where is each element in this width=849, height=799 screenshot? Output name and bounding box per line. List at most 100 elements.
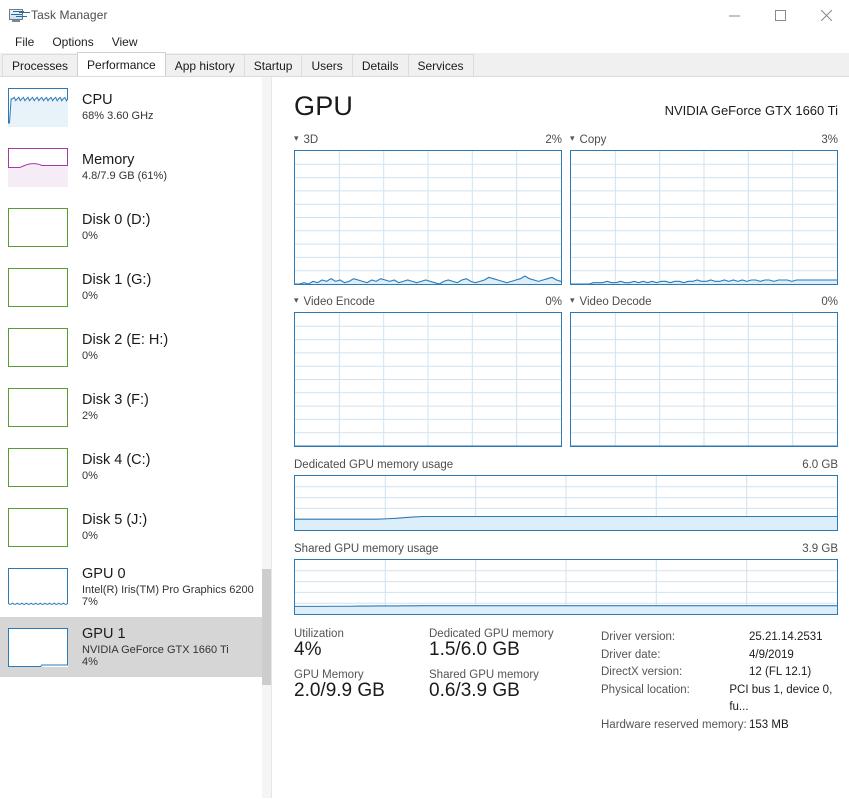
info-value: 12 (FL 12.1) xyxy=(749,664,811,682)
info-key: Driver date: xyxy=(601,647,749,665)
stat-group-left: Utilization 4% GPU Memory 2.0/9.9 GB xyxy=(294,628,429,734)
engine-label: Video Decode xyxy=(580,296,652,308)
sidebar-item-disk-0-d[interactable]: Disk 0 (D:) 0% xyxy=(0,197,271,257)
sidebar-item-title: Disk 0 (D:) xyxy=(82,212,150,228)
sidebar-item-disk-4-c[interactable]: Disk 4 (C:) 0% xyxy=(0,437,271,497)
engine-graph-copy: ▾ Copy 3% xyxy=(570,132,838,285)
sidebar-item-subtitle: 68% 3.60 GHz xyxy=(82,110,154,122)
sidebar-item-disk-1-g[interactable]: Disk 1 (G:) 0% xyxy=(0,257,271,317)
sidebar-sparkline xyxy=(8,568,68,607)
tab-processes[interactable]: Processes xyxy=(2,54,78,76)
tab-strip: Processes Performance App history Startu… xyxy=(0,53,849,77)
sidebar-item-usage: 4% xyxy=(82,656,229,668)
info-row: Driver version: 25.21.14.2531 xyxy=(601,629,838,647)
sidebar-scrollbar[interactable] xyxy=(262,77,271,798)
window-controls xyxy=(711,0,849,31)
sidebar-scrollbar-thumb[interactable] xyxy=(262,569,271,685)
info-row: Physical location: PCI bus 1, device 0, … xyxy=(601,682,838,717)
sidebar-sparkline xyxy=(8,208,68,247)
sidebar-item-text: Disk 4 (C:) 0% xyxy=(82,452,150,483)
chevron-down-icon[interactable]: ▾ xyxy=(570,134,575,143)
sidebar-item-text: Disk 0 (D:) 0% xyxy=(82,212,150,243)
task-manager-icon xyxy=(8,7,24,23)
chevron-down-icon[interactable]: ▾ xyxy=(294,296,299,305)
sidebar-item-text: GPU 0 Intel(R) Iris(TM) Pro Graphics 6200… xyxy=(82,566,254,609)
engine-graph-row-1: ▾ 3D 2% ▾ Copy 3% xyxy=(294,132,838,285)
stat-value: 0.6/3.9 GB xyxy=(429,680,601,702)
sidebar-item-text: Disk 3 (F:)2% xyxy=(82,392,149,423)
menu-item-options[interactable]: Options xyxy=(43,33,102,51)
chevron-down-icon[interactable]: ▾ xyxy=(570,296,575,305)
tab-services[interactable]: Services xyxy=(408,54,474,76)
menu-item-view[interactable]: View xyxy=(103,33,147,51)
engine-value: 0% xyxy=(545,296,562,308)
graph-canvas-3d xyxy=(294,150,562,285)
tab-startup[interactable]: Startup xyxy=(244,54,303,76)
sidebar-item-title: Disk 2 (E: H:) xyxy=(82,332,168,348)
sidebar-item-subtitle: Intel(R) Iris(TM) Pro Graphics 6200 xyxy=(82,584,254,596)
sidebar-item-disk-5-j[interactable]: Disk 5 (J:)0% xyxy=(0,497,271,557)
sidebar-item-subtitle: 0% xyxy=(82,470,150,482)
graph-canvas-video-encode xyxy=(294,312,562,447)
info-row: Hardware reserved memory: 153 MB xyxy=(601,717,838,735)
gpu-statistics: Utilization 4% GPU Memory 2.0/9.9 GB Ded… xyxy=(294,628,838,734)
sidebar-sparkline xyxy=(8,88,68,127)
sidebar-item-gpu-1[interactable]: GPU 1NVIDIA GeForce GTX 1660 Ti4% xyxy=(0,617,271,677)
sidebar-item-memory[interactable]: Memory4.8/7.9 GB (61%) xyxy=(0,137,271,197)
gpu-panel-header: GPU NVIDIA GeForce GTX 1660 Ti xyxy=(294,91,838,122)
info-value: PCI bus 1, device 0, fu... xyxy=(729,682,838,717)
maximize-icon[interactable] xyxy=(757,0,803,31)
sidebar-item-text: Memory4.8/7.9 GB (61%) xyxy=(82,152,167,183)
close-icon[interactable] xyxy=(803,0,849,31)
info-value: 153 MB xyxy=(749,717,789,735)
sidebar-item-usage: 7% xyxy=(82,596,254,608)
sidebar-item-disk-2-e-h[interactable]: Disk 2 (E: H:)0% xyxy=(0,317,271,377)
menu-item-file[interactable]: File xyxy=(6,33,43,51)
gpu-panel: GPU NVIDIA GeForce GTX 1660 Ti ▾ 3D 2% ▾ xyxy=(272,77,849,798)
info-key: Physical location: xyxy=(601,682,729,717)
engine-graph-video-decode: ▾ Video Decode 0% xyxy=(570,294,838,447)
sidebar-item-gpu-0[interactable]: GPU 0 Intel(R) Iris(TM) Pro Graphics 6200… xyxy=(0,557,271,617)
chevron-down-icon[interactable]: ▾ xyxy=(294,134,299,143)
sidebar-item-text: CPU 68% 3.60 GHz xyxy=(82,92,154,123)
resource-sidebar: CPU 68% 3.60 GHz Memory4.8/7.9 GB (61%) Dis… xyxy=(0,77,272,798)
tab-users[interactable]: Users xyxy=(301,54,352,76)
sidebar-sparkline xyxy=(8,268,68,307)
tab-app-history[interactable]: App history xyxy=(165,54,245,76)
sidebar-item-title: CPU xyxy=(82,92,154,108)
info-row: DirectX version: 12 (FL 12.1) xyxy=(601,664,838,682)
memory-graph-max: 6.0 GB xyxy=(802,459,838,471)
info-row: Driver date: 4/9/2019 xyxy=(601,647,838,665)
window-titlebar: Task Manager xyxy=(0,0,849,31)
menu-bar: File Options View xyxy=(0,31,849,53)
engine-value: 3% xyxy=(821,134,838,146)
performance-content: CPU 68% 3.60 GHz Memory4.8/7.9 GB (61%) Dis… xyxy=(0,77,849,798)
engine-label: Copy xyxy=(580,134,607,146)
sidebar-item-subtitle: 0% xyxy=(82,230,150,242)
memory-graph-label: Shared GPU memory usage xyxy=(294,543,438,555)
sidebar-item-text: Disk 1 (G:) 0% xyxy=(82,272,151,303)
minimize-icon[interactable] xyxy=(711,0,757,31)
engine-value: 2% xyxy=(545,134,562,146)
tab-performance[interactable]: Performance xyxy=(77,52,166,76)
sidebar-sparkline xyxy=(8,628,68,667)
stat-group-middle: Dedicated GPU memory 1.5/6.0 GB Shared G… xyxy=(429,628,601,734)
engine-value: 0% xyxy=(821,296,838,308)
info-key: Hardware reserved memory: xyxy=(601,717,749,735)
sidebar-item-text: Disk 5 (J:)0% xyxy=(82,512,147,543)
info-value: 25.21.14.2531 xyxy=(749,629,823,647)
engine-label: Video Encode xyxy=(304,296,375,308)
sidebar-item-title: Disk 4 (C:) xyxy=(82,452,150,468)
sidebar-item-subtitle: 0% xyxy=(82,290,151,302)
engine-label: 3D xyxy=(304,134,319,146)
stat-value: 2.0/9.9 GB xyxy=(294,680,429,702)
tab-details[interactable]: Details xyxy=(352,54,409,76)
engine-graph-3d: ▾ 3D 2% xyxy=(294,132,562,285)
sidebar-item-disk-3-f[interactable]: Disk 3 (F:)2% xyxy=(0,377,271,437)
sidebar-item-cpu[interactable]: CPU 68% 3.60 GHz xyxy=(0,77,271,137)
sidebar-item-title: GPU 0 xyxy=(82,566,254,582)
sidebar-item-subtitle: 2% xyxy=(82,410,149,422)
sidebar-item-title: Disk 1 (G:) xyxy=(82,272,151,288)
gpu-info-table: Driver version: 25.21.14.2531 Driver dat… xyxy=(601,628,838,734)
graph-canvas-shared-memory xyxy=(294,559,838,615)
